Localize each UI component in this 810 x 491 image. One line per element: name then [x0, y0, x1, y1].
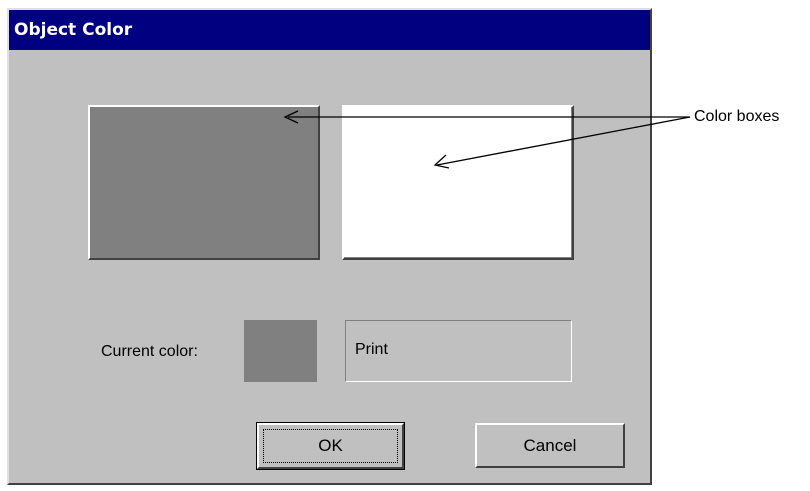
screenshot-canvas: Object Color Current color: Print OK Can… — [0, 0, 810, 491]
callout-arrow-to-white-box — [436, 116, 691, 166]
callout-label: Color boxes — [694, 108, 780, 125]
arrowhead-icon — [433, 154, 450, 169]
callout-arrows — [283, 110, 691, 169]
